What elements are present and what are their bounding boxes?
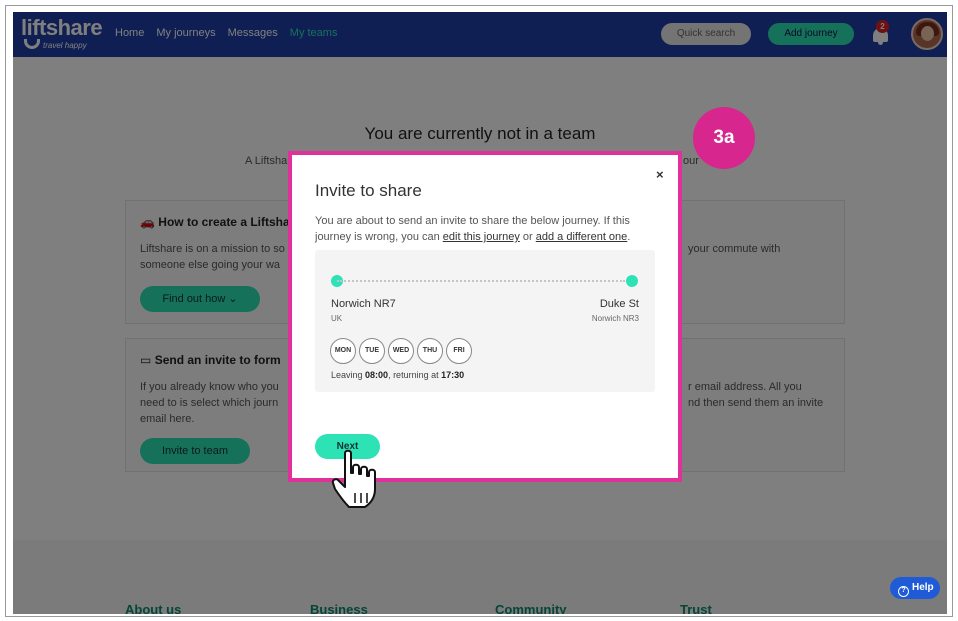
day-thu: THU (417, 338, 443, 364)
question-icon: ? (898, 586, 909, 597)
journey-card: Norwich NR7 UK Duke St Norwich NR3 MON T… (315, 250, 655, 392)
day-mon: MON (330, 338, 356, 364)
origin-sub: UK (331, 314, 343, 323)
modal-text-after: . (627, 231, 631, 243)
help-label: Help (912, 582, 934, 593)
destination-sub: Norwich NR3 (591, 314, 639, 323)
help-button[interactable]: ? Help (890, 577, 940, 599)
step-badge: 3a (693, 107, 755, 169)
journey-times: Leaving 08:00, returning at 17:30 (331, 370, 464, 380)
route-line (337, 280, 625, 282)
origin-name: Norwich NR7 (331, 298, 396, 310)
returning-time: 17:30 (441, 370, 465, 380)
close-icon[interactable]: × (656, 167, 664, 182)
hand-pointer-icon (331, 449, 376, 508)
leaving-time: 08:00 (365, 370, 389, 380)
modal-text-middle: or (519, 231, 536, 243)
destination-name: Duke St (599, 298, 639, 310)
day-wed: WED (388, 338, 414, 364)
app-screen: liftshare travel happy Home My journeys … (13, 12, 947, 614)
invite-to-share-modal: × Invite to share You are about to send … (292, 155, 678, 478)
screenshot-frame: liftshare travel happy Home My journeys … (5, 5, 953, 617)
destination-dot-icon (626, 275, 638, 287)
edit-journey-link[interactable]: edit this journey (443, 231, 520, 243)
days-list: MON TUE WED THU FRI (330, 338, 472, 364)
add-different-journey-link[interactable]: add a different one (536, 231, 628, 243)
modal-title: Invite to share (315, 181, 422, 200)
modal-description: You are about to send an invite to share… (315, 213, 660, 245)
day-tue: TUE (359, 338, 385, 364)
returning-label: , returning at (388, 370, 442, 380)
day-fri: FRI (446, 338, 472, 364)
leaving-label: Leaving (331, 370, 366, 380)
